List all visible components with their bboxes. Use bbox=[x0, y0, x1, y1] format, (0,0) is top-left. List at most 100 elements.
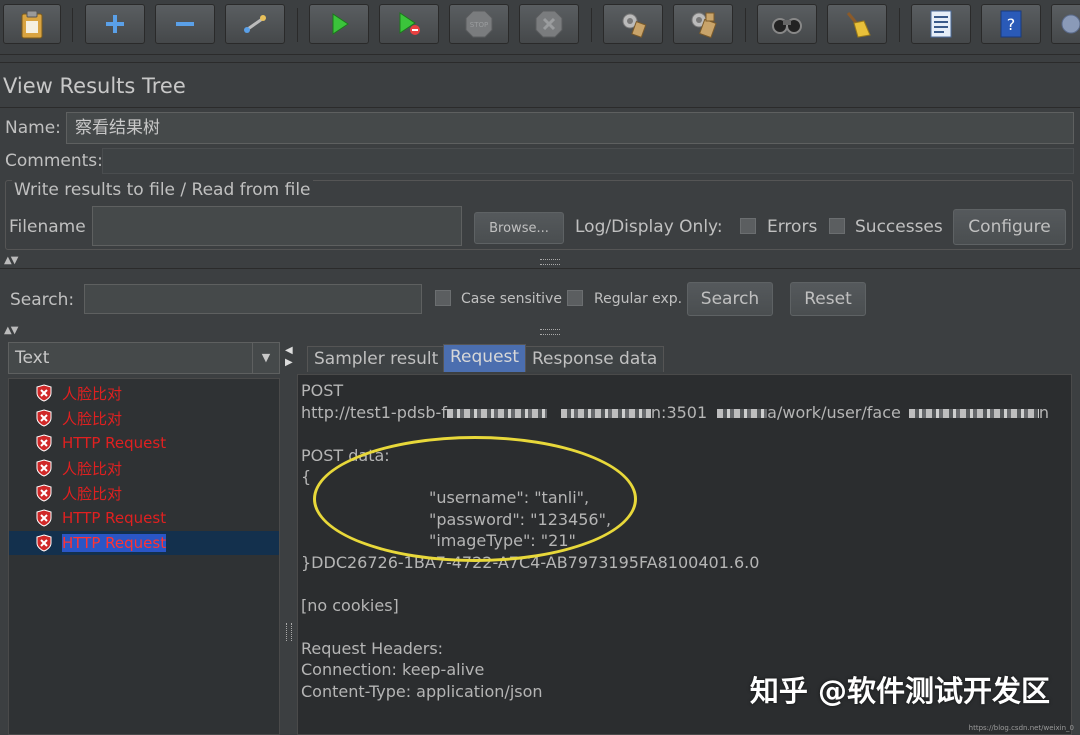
errors-checkbox[interactable] bbox=[740, 218, 756, 234]
collapse-arrows-2[interactable]: ▲▼ bbox=[4, 325, 18, 336]
error-shield-icon bbox=[36, 459, 52, 477]
error-shield-icon bbox=[36, 484, 52, 502]
filename-label: Filename bbox=[9, 217, 86, 237]
headers-label: Request Headers: bbox=[301, 639, 444, 658]
shutdown-icon bbox=[535, 10, 563, 38]
renderer-select[interactable]: Text ▼ bbox=[8, 342, 280, 374]
watermark: 知乎 @软件测试开发区 bbox=[749, 674, 1050, 708]
tree-item-label: HTTP Request bbox=[62, 509, 167, 527]
tree-item-label: 人脸比对 bbox=[62, 459, 123, 478]
more-icon bbox=[1061, 14, 1080, 34]
case-sensitive-checkbox[interactable] bbox=[435, 290, 451, 306]
clear-button[interactable] bbox=[603, 4, 663, 44]
header-connection: Connection: keep-alive bbox=[301, 660, 485, 679]
results-tree: 人脸比对 人脸比对 HTTP Request 人脸比对 人脸比对 HTTP Re… bbox=[8, 378, 280, 735]
tab-request[interactable]: Request bbox=[443, 344, 527, 372]
error-shield-icon bbox=[36, 509, 52, 527]
toggle-button[interactable] bbox=[225, 4, 285, 44]
comments-input[interactable] bbox=[102, 148, 1074, 174]
search-button-toolbar[interactable] bbox=[757, 4, 817, 44]
brace-open: { bbox=[301, 467, 312, 486]
stop-button[interactable]: STOP bbox=[449, 4, 509, 44]
name-label: Name: bbox=[5, 118, 61, 138]
tree-item-label: 人脸比对 bbox=[62, 384, 123, 403]
help-button[interactable]: ? bbox=[981, 4, 1041, 44]
add-button[interactable] bbox=[85, 4, 145, 44]
configure-button[interactable]: Configure bbox=[953, 209, 1066, 245]
splitter-grip-2[interactable] bbox=[540, 329, 560, 335]
tree-item[interactable]: HTTP Request bbox=[9, 431, 279, 455]
request-method: POST bbox=[301, 381, 344, 400]
log-display-label: Log/Display Only: bbox=[575, 217, 723, 237]
add-icon bbox=[106, 15, 124, 33]
request-url: http://test1-pdsb-f n:3501 a/work/user/fac… bbox=[301, 403, 1049, 422]
reset-button[interactable]: Reset bbox=[790, 282, 866, 316]
post-data-label: POST data: bbox=[301, 446, 390, 465]
start-button[interactable] bbox=[309, 4, 369, 44]
redacted-text bbox=[560, 409, 651, 418]
toolbar: STOP ? bbox=[0, 0, 1080, 55]
json-username: "username": "tanli", bbox=[429, 488, 590, 507]
redacted-text bbox=[446, 409, 547, 418]
function-helper-button[interactable] bbox=[911, 4, 971, 44]
url-part: a/work/user/face bbox=[767, 403, 901, 422]
splitter-grip[interactable] bbox=[540, 259, 560, 265]
clear-icon bbox=[622, 13, 647, 38]
remove-button[interactable] bbox=[155, 4, 215, 44]
collapse-arrows[interactable]: ▲▼ bbox=[4, 255, 18, 266]
regular-exp-label: Regular exp. bbox=[594, 291, 683, 307]
tree-item[interactable]: 人脸比对 bbox=[9, 381, 279, 405]
start-no-pause-button[interactable] bbox=[379, 4, 439, 44]
tree-item-label: HTTP Request bbox=[62, 534, 167, 552]
search-button[interactable]: Search bbox=[687, 282, 773, 316]
case-sensitive-label: Case sensitive bbox=[461, 291, 562, 307]
clear-all-icon bbox=[691, 12, 717, 39]
url-part: n bbox=[1038, 403, 1049, 422]
svg-text:?: ? bbox=[1007, 15, 1016, 34]
error-shield-icon bbox=[36, 534, 52, 552]
reset-search-button-toolbar[interactable] bbox=[827, 4, 887, 44]
browse-button[interactable]: Browse... bbox=[474, 212, 564, 244]
tree-item-label: HTTP Request bbox=[62, 434, 167, 452]
tree-item[interactable]: 人脸比对 bbox=[9, 481, 279, 505]
name-input[interactable]: 察看结果树 bbox=[66, 112, 1074, 144]
tree-item[interactable]: HTTP Request bbox=[9, 506, 279, 530]
errors-label: Errors bbox=[767, 217, 818, 237]
clear-all-button[interactable] bbox=[673, 4, 733, 44]
search-input[interactable] bbox=[84, 284, 422, 314]
tree-item-label: 人脸比对 bbox=[62, 484, 123, 503]
redacted-text bbox=[717, 409, 768, 418]
regular-exp-checkbox[interactable] bbox=[567, 290, 583, 306]
header-content-type: Content-Type: application/json bbox=[301, 682, 543, 701]
tree-item[interactable]: 人脸比对 bbox=[9, 406, 279, 430]
search-icon bbox=[772, 18, 802, 34]
shutdown-button[interactable] bbox=[519, 4, 579, 44]
comments-label: Comments: bbox=[5, 151, 103, 171]
clipboard-icon-button[interactable] bbox=[3, 4, 61, 44]
panel-title: View Results Tree bbox=[3, 74, 186, 98]
chevron-down-icon: ▼ bbox=[252, 343, 279, 373]
successes-label: Successes bbox=[855, 217, 943, 237]
filename-input[interactable] bbox=[92, 206, 462, 246]
tab-response-data[interactable]: Response data bbox=[525, 346, 665, 372]
json-password: "password": "123456", bbox=[429, 510, 612, 529]
post-data-trailer: }DDC26726-1BA7-4722-A7C4-AB7973195FA8100… bbox=[301, 553, 760, 572]
tree-item[interactable]: 人脸比对 bbox=[9, 456, 279, 480]
json-imagetype: "imageType": "21" bbox=[429, 531, 576, 550]
error-shield-icon bbox=[36, 434, 52, 452]
tab-sampler-result[interactable]: Sampler result bbox=[307, 346, 446, 372]
help-icon: ? bbox=[1000, 10, 1022, 38]
vertical-splitter[interactable]: ◀ ▶ bbox=[283, 338, 295, 735]
svg-text:STOP: STOP bbox=[470, 21, 488, 29]
successes-checkbox[interactable] bbox=[829, 218, 845, 234]
clipboard-icon bbox=[21, 10, 43, 39]
start-no-pause-icon bbox=[399, 12, 420, 35]
remove-icon bbox=[176, 22, 194, 26]
watermark-url: https://blog.csdn.net/weixin_0 bbox=[968, 724, 1074, 732]
toggle-icon bbox=[244, 15, 266, 33]
tree-item-selected[interactable]: HTTP Request bbox=[9, 531, 279, 555]
more-button[interactable] bbox=[1051, 4, 1080, 44]
tree-item-label: 人脸比对 bbox=[62, 409, 123, 428]
error-shield-icon bbox=[36, 384, 52, 402]
redacted-text bbox=[908, 409, 1039, 418]
